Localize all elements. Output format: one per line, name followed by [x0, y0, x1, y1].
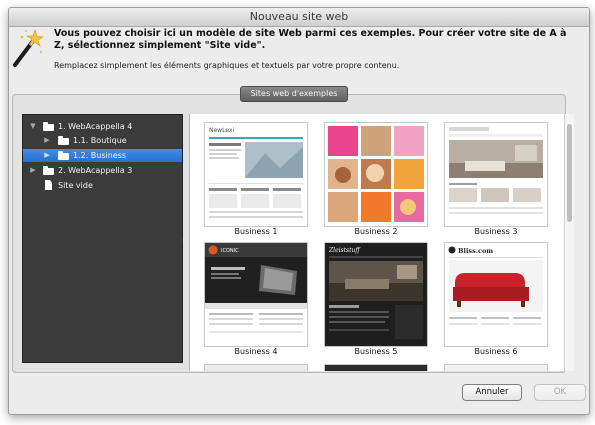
tree-item-label: Site vide [58, 181, 93, 190]
template-thumbnail: Bliss.com [444, 242, 548, 347]
template-thumbnail: ICONIC [204, 242, 308, 347]
tree-item-label: 1. WebAcappella 4 [58, 122, 133, 131]
template-label: Business 1 [234, 227, 278, 236]
tree-item-webacappella-3[interactable]: ▶ 2. WebAcappella 3 [23, 164, 182, 177]
thumbnail-logo-text: Zleiststuff [328, 247, 361, 254]
template-grid: NewLexi Business 1 Business 2 Business 3… [189, 114, 565, 371]
tree-item-label: 2. WebAcappella 3 [58, 166, 133, 175]
template-tile-partial [324, 364, 428, 371]
thumbnail-logo-text: Bliss.com [458, 247, 493, 255]
tree-item-site-vide[interactable]: Site vide [23, 179, 182, 192]
template-tile-business-4[interactable]: ICONIC Business 4 [204, 242, 308, 359]
page-icon [45, 180, 52, 190]
cancel-button[interactable]: Annuler [462, 384, 522, 401]
template-label: Business 5 [354, 347, 398, 356]
template-tile-business-5[interactable]: Zleiststuff Business 5 [324, 242, 428, 359]
template-thumbnail [444, 122, 548, 227]
tree-item-business[interactable]: ▶ 1.2. Business [23, 149, 182, 162]
thumbnail-logo-text: NewLexi [209, 127, 234, 134]
dialog-headline: Vous pouvez choisir ici un modèle de sit… [54, 28, 567, 51]
template-tile-business-2[interactable]: Business 2 [324, 122, 428, 239]
template-tile-business-3[interactable]: Business 3 [444, 122, 548, 239]
grid-scrollbar[interactable] [564, 114, 574, 371]
tree-item-label: 1.2. Business [73, 151, 127, 160]
template-tree: ▼ 1. WebAcappella 4 ▶ 1.1. Boutique ▶ 1.… [22, 114, 183, 363]
template-label: Business 3 [474, 227, 518, 236]
template-tile-business-6[interactable]: Bliss.com Business 6 [444, 242, 548, 359]
template-label: Business 4 [234, 347, 278, 356]
window-title: Nouveau site web [9, 8, 589, 27]
dialog-subline: Remplacez simplement les éléments graphi… [54, 61, 400, 70]
template-tile-partial [204, 364, 308, 371]
template-thumbnail: Zleiststuff [324, 242, 428, 347]
tree-item-boutique[interactable]: ▶ 1.1. Boutique [23, 134, 182, 147]
disclosure-right-icon[interactable]: ▶ [43, 149, 51, 162]
tab-sample-sites[interactable]: Sites web d'exemples [240, 86, 348, 102]
thumbnail-logo-text: ICONIC [221, 248, 239, 254]
disclosure-down-icon[interactable]: ▼ [29, 120, 37, 133]
tree-item-label: 1.1. Boutique [73, 136, 127, 145]
magic-wand-icon [11, 28, 45, 68]
folder-icon [58, 151, 69, 160]
splitter-handle[interactable]: · [181, 236, 184, 245]
ok-button[interactable]: OK [534, 384, 586, 401]
template-tile-partial [444, 364, 548, 371]
tree-item-webacappella-4[interactable]: ▼ 1. WebAcappella 4 [23, 120, 182, 133]
folder-icon [58, 136, 69, 145]
template-label: Business 6 [474, 347, 518, 356]
folder-icon [43, 166, 54, 175]
disclosure-right-icon[interactable]: ▶ [29, 164, 37, 177]
template-thumbnail [324, 122, 428, 227]
template-label: Business 2 [354, 227, 398, 236]
template-thumbnail: NewLexi [204, 122, 308, 227]
disclosure-right-icon[interactable]: ▶ [43, 134, 51, 147]
folder-icon [43, 122, 54, 131]
template-tile-business-1[interactable]: NewLexi Business 1 [204, 122, 308, 239]
scrollbar-thumb[interactable] [567, 124, 572, 222]
